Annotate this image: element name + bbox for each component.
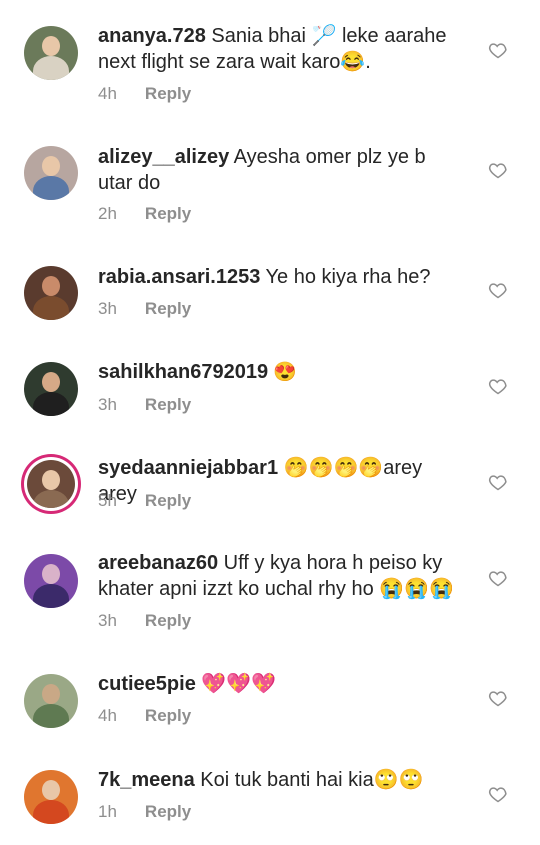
comment-time: 3h bbox=[98, 395, 117, 414]
avatar[interactable] bbox=[24, 554, 78, 608]
comment-time: 2h bbox=[98, 204, 117, 223]
reply-button[interactable]: Reply bbox=[145, 802, 191, 821]
heart-icon[interactable] bbox=[488, 280, 508, 300]
avatar[interactable] bbox=[24, 146, 78, 200]
heart-icon[interactable] bbox=[488, 688, 508, 708]
comment-text-block: cutiee5pie 💖💖💖 bbox=[98, 671, 458, 697]
comment-meta: 3h Reply bbox=[98, 611, 191, 631]
comment-username[interactable]: 7k_meena bbox=[98, 769, 195, 791]
reply-button[interactable]: Reply bbox=[145, 491, 191, 510]
comment-meta: 1h Reply bbox=[98, 802, 191, 822]
comment-meta: 5h Reply bbox=[98, 491, 191, 511]
comment-username[interactable]: cutiee5pie bbox=[98, 673, 196, 695]
comment-username[interactable]: rabia.ansari.1253 bbox=[98, 266, 260, 288]
comment-username[interactable]: ananya.728 bbox=[98, 25, 206, 47]
comment-username[interactable]: areebanaz60 bbox=[98, 552, 218, 574]
avatar[interactable] bbox=[24, 674, 78, 728]
heart-icon[interactable] bbox=[488, 568, 508, 588]
heart-icon[interactable] bbox=[488, 376, 508, 396]
comment-text-block: 7k_meena Koi tuk banti hai kia🙄🙄 bbox=[98, 767, 458, 793]
comment-text: 💖💖💖 bbox=[195, 673, 277, 695]
avatar[interactable] bbox=[24, 770, 78, 824]
comment-username[interactable]: alizey__alizey bbox=[98, 146, 229, 168]
comment-text-block: alizey__alizey Ayesha omer plz ye b utar… bbox=[98, 144, 458, 196]
heart-icon[interactable] bbox=[488, 160, 508, 180]
comment-username[interactable]: sahilkhan6792019 bbox=[98, 361, 268, 383]
comment-text: Ye ho kiya rha he? bbox=[260, 266, 431, 288]
comment-meta: 4h Reply bbox=[98, 84, 191, 104]
heart-icon[interactable] bbox=[488, 784, 508, 804]
comment-meta: 4h Reply bbox=[98, 706, 191, 726]
reply-button[interactable]: Reply bbox=[145, 395, 191, 414]
avatar[interactable] bbox=[24, 362, 78, 416]
comment-text-block: rabia.ansari.1253 Ye ho kiya rha he? bbox=[98, 264, 458, 290]
reply-button[interactable]: Reply bbox=[145, 299, 191, 318]
reply-button[interactable]: Reply bbox=[145, 611, 191, 630]
reply-button[interactable]: Reply bbox=[145, 706, 191, 725]
avatar[interactable] bbox=[24, 266, 78, 320]
avatar[interactable] bbox=[24, 26, 78, 80]
comment-text: Koi tuk banti hai kia🙄🙄 bbox=[194, 769, 424, 791]
comment-meta: 3h Reply bbox=[98, 395, 191, 415]
heart-icon[interactable] bbox=[488, 472, 508, 492]
comment-text-block: ananya.728 Sania bhai 🏸 leke aarahe next… bbox=[98, 23, 458, 75]
comment-time: 4h bbox=[98, 706, 117, 725]
reply-button[interactable]: Reply bbox=[145, 84, 191, 103]
comment-text: 😍 bbox=[268, 362, 298, 383]
comment-time: 5h bbox=[98, 491, 117, 510]
comment-username[interactable]: syedaanniejabbar1 bbox=[98, 457, 278, 479]
heart-icon[interactable] bbox=[488, 40, 508, 60]
comment-text-block: areebanaz60 Uff y kya hora h peiso ky kh… bbox=[98, 550, 458, 602]
comment-time: 4h bbox=[98, 84, 117, 103]
comment-time: 3h bbox=[98, 299, 117, 318]
avatar[interactable] bbox=[27, 460, 75, 508]
comment-time: 3h bbox=[98, 611, 117, 630]
reply-button[interactable]: Reply bbox=[145, 204, 191, 223]
comment-time: 1h bbox=[98, 802, 117, 821]
comment-meta: 2h Reply bbox=[98, 204, 191, 224]
comment-text-block: sahilkhan6792019 😍 bbox=[98, 359, 458, 386]
comment-meta: 3h Reply bbox=[98, 299, 191, 319]
